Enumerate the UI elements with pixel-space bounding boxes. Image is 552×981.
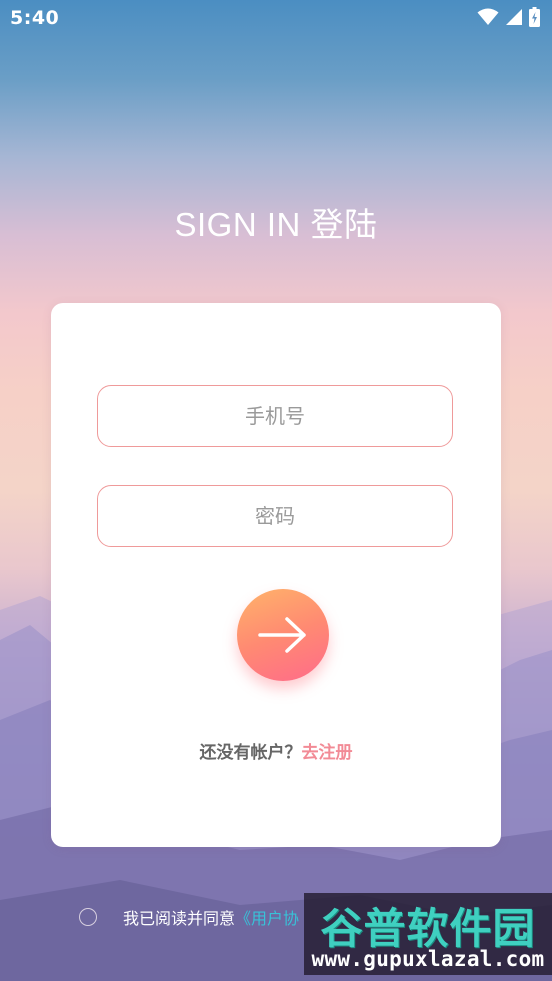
phone-input[interactable] <box>98 403 452 429</box>
wifi-icon <box>477 8 499 25</box>
status-time: 5:40 <box>10 7 60 29</box>
agree-checkbox[interactable] <box>79 908 97 926</box>
phone-field[interactable] <box>97 385 453 447</box>
arrow-right-icon <box>258 617 306 653</box>
agreement-row: 我已阅读并同意 《用户协 <box>79 905 299 929</box>
status-bar: 5:40 <box>0 0 552 38</box>
cellular-signal-icon <box>506 9 522 25</box>
login-screen: 5:40 SIGN IN 登陆 手机号 还没有帐户？去注册 我已阅读并同意 《用… <box>0 0 552 981</box>
password-input[interactable] <box>98 503 452 529</box>
watermark: 谷普软件园 www.gupuxlazal.com <box>304 893 552 975</box>
login-submit-button[interactable] <box>237 589 329 681</box>
status-icons <box>477 7 540 27</box>
agreement-text: 我已阅读并同意 <box>123 909 236 928</box>
page-title: SIGN IN 登陆 <box>174 206 378 243</box>
user-agreement-link[interactable]: 《用户协 <box>235 905 299 929</box>
register-row: 还没有帐户？去注册 <box>51 738 501 763</box>
register-link[interactable]: 去注册 <box>302 743 353 763</box>
password-field[interactable] <box>97 485 453 547</box>
login-card: 还没有帐户？去注册 <box>51 303 501 847</box>
watermark-url: www.gupuxlazal.com <box>311 947 545 971</box>
battery-charging-icon <box>529 7 540 27</box>
register-prompt: 还没有帐户？ <box>199 743 302 763</box>
